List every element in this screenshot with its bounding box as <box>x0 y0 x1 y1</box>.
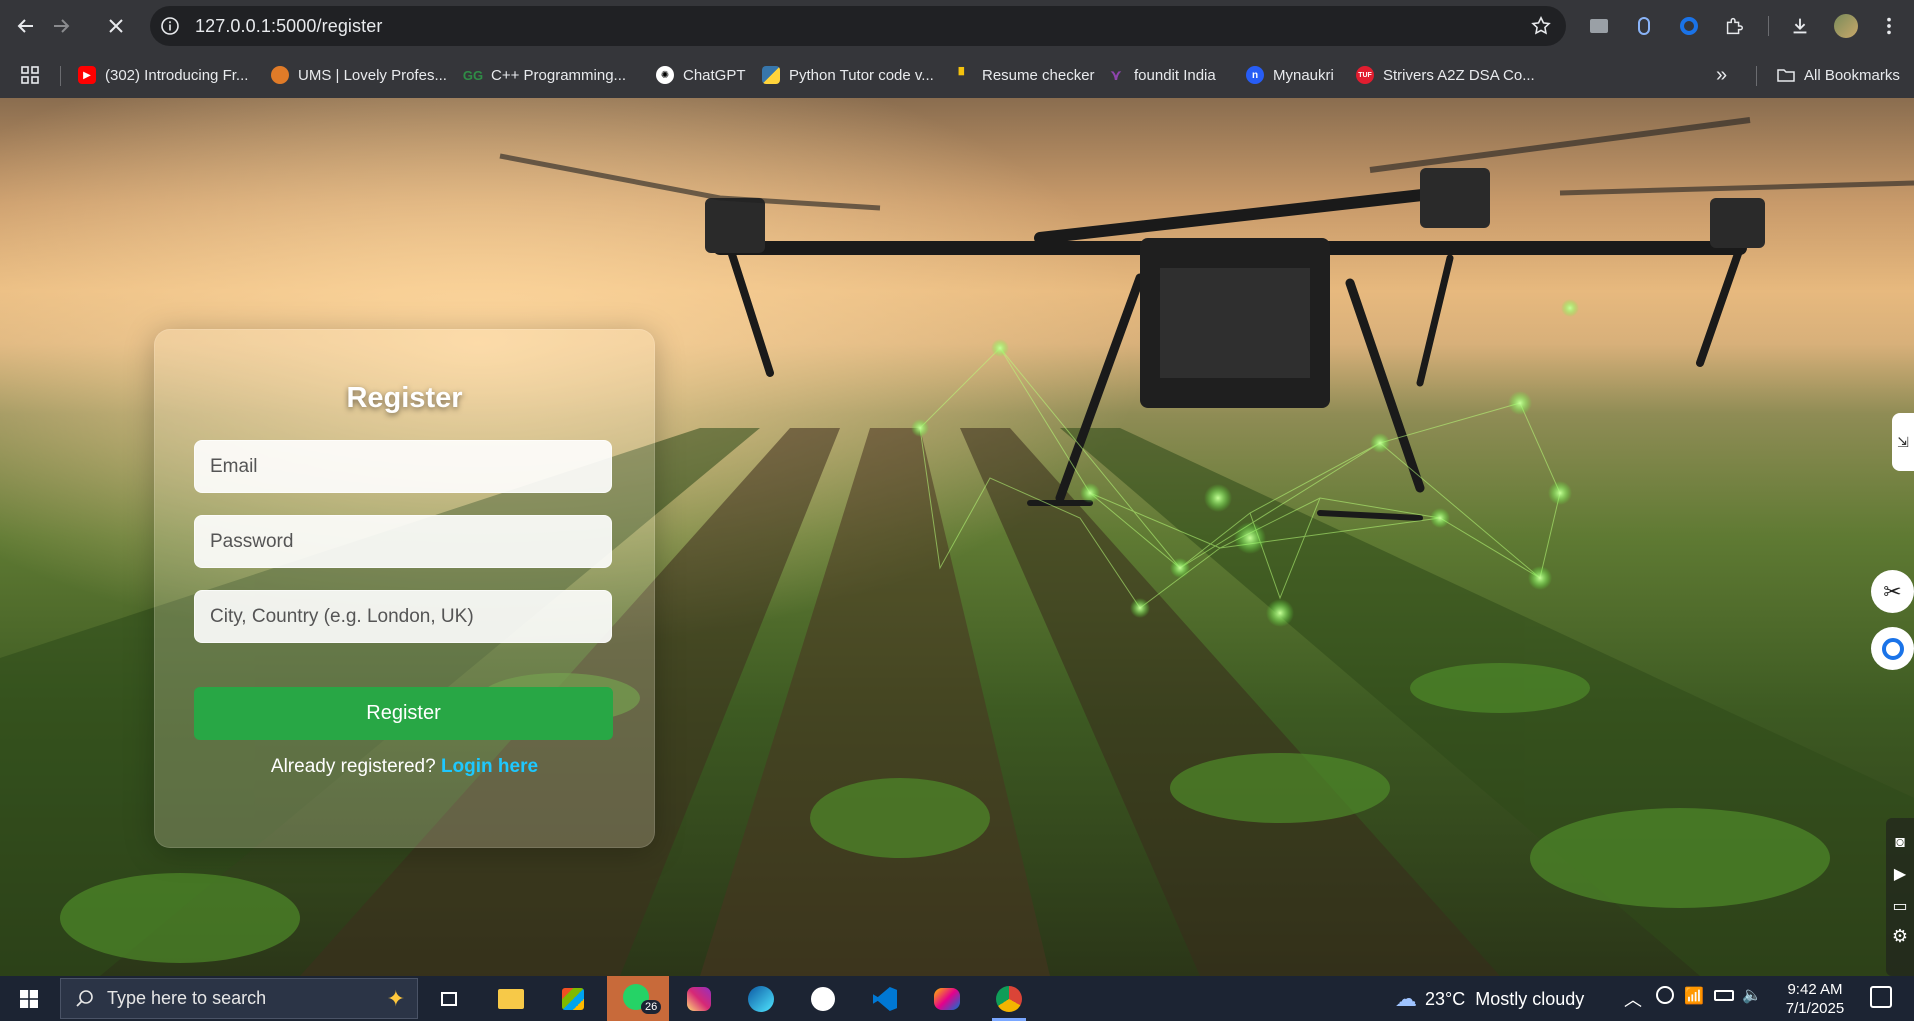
geeksforgeeks-icon: GG <box>462 67 484 83</box>
recording-toolbar: ◙ ▶ ▭ ⚙ <box>1886 818 1914 976</box>
extension-blue-circle-icon[interactable] <box>1675 12 1703 40</box>
register-title: Register <box>346 382 463 414</box>
bookmark-mynaukri[interactable]: n Mynaukri <box>1246 62 1334 88</box>
bookmark-foundit[interactable]: ⋎ foundit India <box>1107 62 1216 88</box>
copilot-sparkle-icon: ✦ <box>386 985 405 1011</box>
login-prompt-text: Already registered? <box>270 756 436 777</box>
back-button[interactable] <box>9 9 43 43</box>
password-input[interactable] <box>194 515 612 568</box>
resume-icon: ▘ <box>958 66 970 83</box>
login-prompt: Already registered? Login here <box>155 756 654 778</box>
snip-tool-button[interactable]: ✂ <box>1871 570 1914 613</box>
bookmark-star-icon[interactable] <box>1530 15 1552 37</box>
windows-taskbar: Type here to search ✦ 26 ☁ 23°C Mostly c… <box>0 976 1914 1021</box>
url-text: 127.0.0.1:5000/register <box>195 16 383 36</box>
folder-icon <box>1777 69 1795 82</box>
extensions-puzzle-icon[interactable] <box>1720 12 1748 40</box>
bookmark-strivers[interactable]: TUF Strivers A2Z DSA Co... <box>1356 62 1535 88</box>
whatsapp-badge: 26 <box>641 1000 662 1014</box>
bookmark-resume-checker[interactable]: ▘ Resume checker <box>955 62 1095 88</box>
ums-icon <box>271 66 289 84</box>
profile-avatar[interactable] <box>1832 12 1860 40</box>
task-view-icon[interactable] <box>432 982 466 1016</box>
github-icon[interactable] <box>806 982 840 1016</box>
assistant-icon <box>1881 637 1904 660</box>
record-icon[interactable] <box>1656 986 1674 1004</box>
apps-grid-icon[interactable] <box>20 62 40 88</box>
camera-icon[interactable]: ◙ <box>1886 834 1914 852</box>
youtube-icon: ▶ <box>78 66 96 84</box>
forward-arrow-icon <box>54 19 70 33</box>
page-viewport: Register Register Already registered? Lo… <box>0 98 1914 976</box>
foundit-icon: ⋎ <box>1109 67 1123 84</box>
cloud-icon: ☁ <box>1395 986 1417 1011</box>
site-info-icon[interactable] <box>160 16 180 36</box>
extension-mouse-icon[interactable] <box>1630 12 1658 40</box>
scissors-icon: ✂ <box>1883 578 1902 604</box>
volume-icon[interactable]: 🔈 <box>1742 985 1762 1005</box>
bookmark-cpp[interactable]: GG C++ Programming... <box>462 62 626 88</box>
video-icon[interactable]: ▶ <box>1886 864 1914 884</box>
whatsapp-taskbar-button[interactable]: 26 <box>607 976 669 1021</box>
bookmarks-bar: ▶ (302) Introducing Fr... UMS | Lovely Pr… <box>0 52 1914 98</box>
browser-menu-icon[interactable] <box>1875 12 1903 40</box>
bookmarks-overflow-button[interactable]: » <box>1716 62 1727 88</box>
bookmark-chatgpt[interactable]: ✺ ChatGPT <box>656 62 746 88</box>
tuf-icon: TUF <box>1356 66 1374 84</box>
wifi-icon[interactable]: 📶 <box>1684 986 1704 1006</box>
clock-date: 7/1/2025 <box>1785 1000 1845 1017</box>
close-icon <box>109 19 123 33</box>
chatgpt-icon: ✺ <box>656 66 674 84</box>
edge-icon[interactable] <box>744 982 778 1016</box>
vscode-icon[interactable] <box>868 982 902 1016</box>
side-panel-handle[interactable]: ⇲ <box>1892 413 1914 471</box>
settings-gear-icon[interactable]: ⚙ <box>1886 926 1914 947</box>
battery-icon[interactable] <box>1714 990 1734 1001</box>
bookmark-youtube[interactable]: ▶ (302) Introducing Fr... <box>78 62 248 88</box>
register-card: Register Register Already registered? Lo… <box>154 329 655 848</box>
windows-start-icon[interactable] <box>12 982 46 1016</box>
show-hidden-icons-chevron-icon[interactable]: ︿ <box>1624 986 1642 1012</box>
naukri-icon: n <box>1246 66 1264 84</box>
instagram-icon[interactable] <box>682 982 716 1016</box>
clock[interactable]: 9:42 AM 7/1/2025 <box>1770 980 1860 1018</box>
clock-time: 9:42 AM <box>1787 981 1843 998</box>
address-bar[interactable]: 127.0.0.1:5000/register <box>150 6 1566 46</box>
bookmark-python-tutor[interactable]: Python Tutor code v... <box>762 62 934 88</box>
browser-toolbar: 127.0.0.1:5000/register <box>0 0 1914 52</box>
all-bookmarks-button[interactable]: All Bookmarks <box>1776 62 1900 88</box>
file-explorer-icon[interactable] <box>494 982 528 1016</box>
weather-widget[interactable]: ☁ 23°C Mostly cloudy <box>1395 986 1584 1012</box>
assistant-button[interactable] <box>1871 627 1914 670</box>
browser-chrome: 127.0.0.1:5000/register ▶ (302) Introduci… <box>0 0 1914 98</box>
email-input[interactable] <box>194 440 612 493</box>
screen-icon[interactable]: ▭ <box>1886 896 1914 916</box>
register-button[interactable]: Register <box>194 687 613 740</box>
chrome-icon[interactable] <box>992 982 1026 1016</box>
bookmark-ums[interactable]: UMS | Lovely Profes... <box>271 62 447 88</box>
copilot-icon[interactable] <box>930 982 964 1016</box>
city-country-input[interactable] <box>194 590 612 643</box>
search-icon <box>76 989 93 1007</box>
extension-tabs-icon[interactable] <box>1585 12 1613 40</box>
downloads-icon[interactable] <box>1786 12 1814 40</box>
taskbar-search-box[interactable]: Type here to search ✦ <box>60 978 418 1019</box>
notification-center-icon[interactable] <box>1870 986 1892 1008</box>
login-link[interactable]: Login here <box>441 756 538 777</box>
python-icon <box>762 66 780 84</box>
forward-button[interactable] <box>44 9 78 43</box>
expand-icon: ⇲ <box>1897 433 1909 450</box>
microsoft-store-icon[interactable] <box>556 982 590 1016</box>
back-arrow-icon <box>17 19 33 33</box>
stop-loading-button[interactable] <box>99 9 133 43</box>
